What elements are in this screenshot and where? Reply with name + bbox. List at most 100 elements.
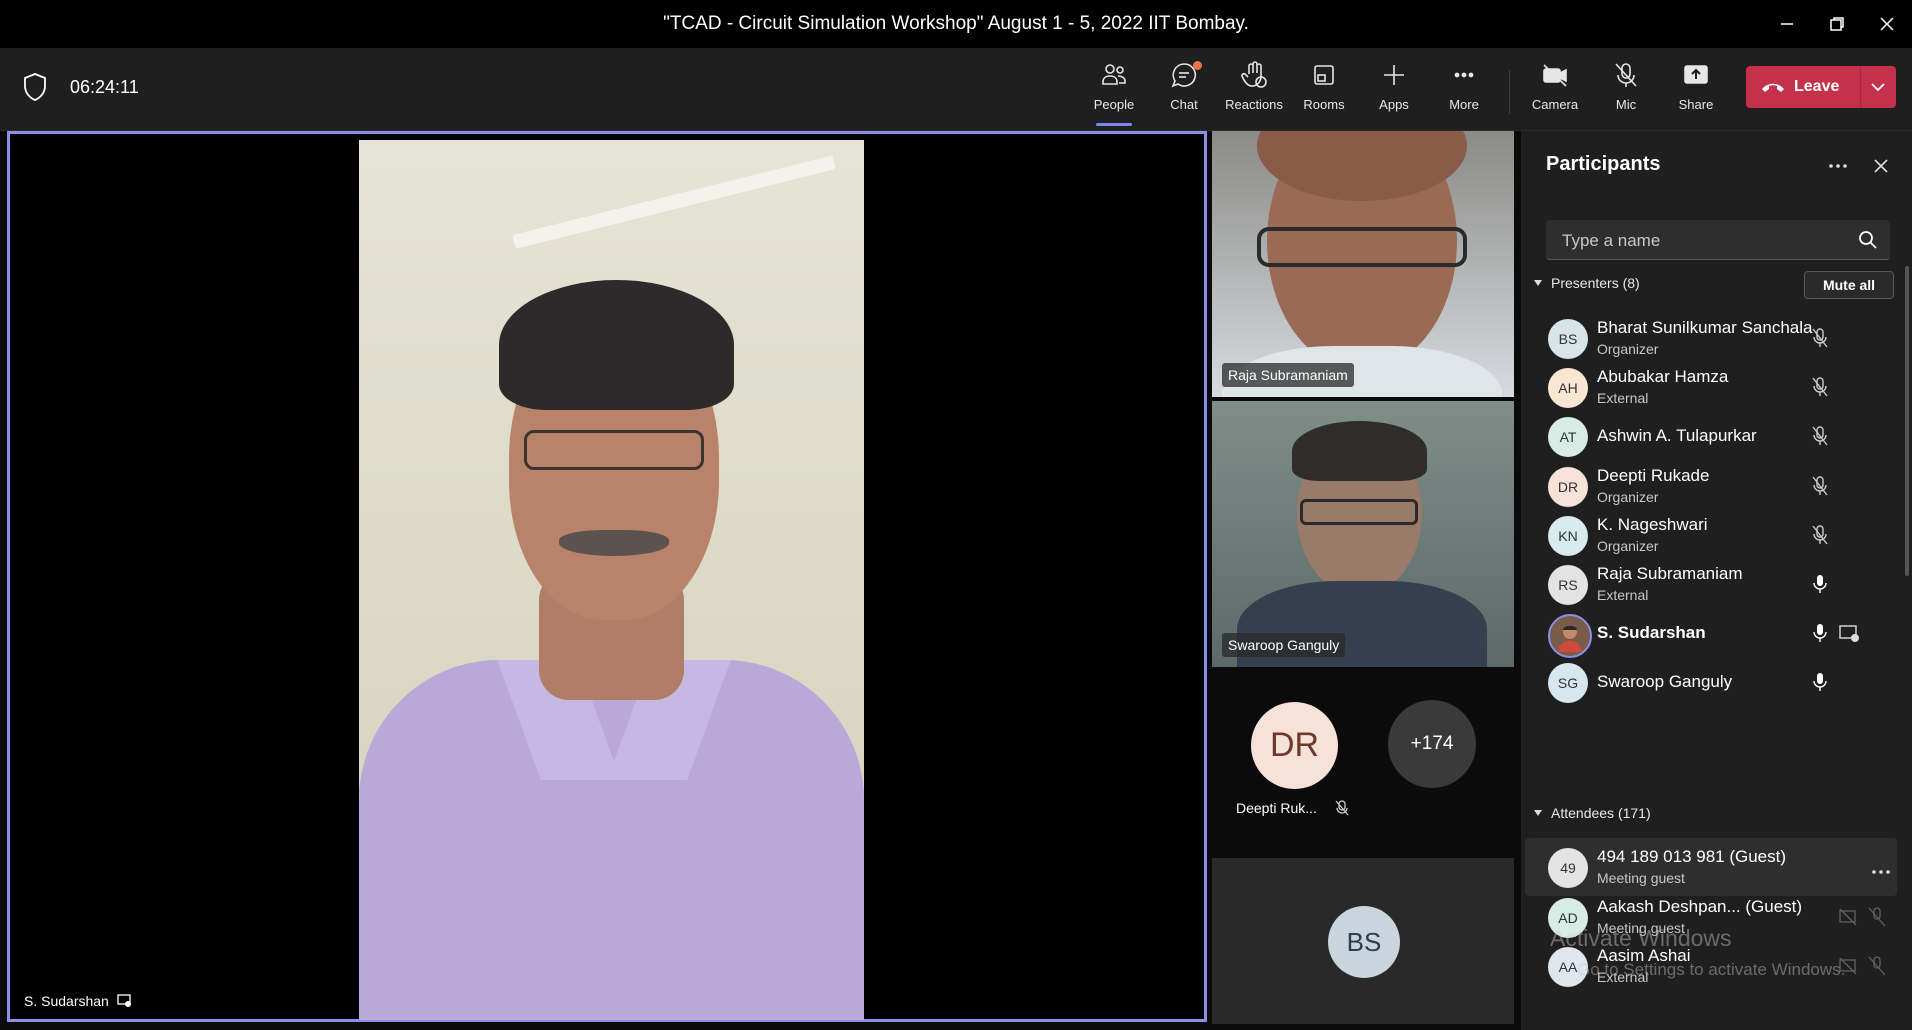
avatar: SG (1548, 663, 1588, 704)
presenter-icon (1839, 625, 1861, 648)
window-title: "TCAD - Circuit Simulation Workshop" Aug… (663, 13, 1249, 34)
more-dots-icon (1829, 164, 1847, 168)
caret-down-icon (1534, 280, 1542, 286)
leave-options-button[interactable] (1861, 66, 1896, 108)
chat-button[interactable]: Chat (1152, 60, 1216, 120)
video-tile-bs[interactable]: BS (1212, 858, 1514, 1024)
leave-button-group: Leave (1746, 66, 1896, 108)
participant-name: Ashwin A. Tulapurkar (1597, 426, 1757, 446)
avatar-bs: BS (1328, 906, 1400, 978)
shield-icon (22, 72, 48, 107)
chat-notification-dot (1193, 61, 1202, 70)
close-window-button[interactable] (1862, 0, 1912, 48)
avatar-tile-name: Deepti Ruk... (1236, 800, 1317, 816)
main-speaker-video (359, 140, 864, 1020)
close-icon (1880, 17, 1894, 31)
attendees-section-header[interactable]: Attendees (171) (1533, 805, 1651, 821)
camera-button[interactable]: Camera (1523, 60, 1587, 120)
leave-button[interactable]: Leave (1746, 66, 1860, 108)
participant-name: K. Nageshwari (1597, 514, 1708, 534)
video-tile-raja[interactable]: Raja Subramaniam (1212, 131, 1514, 397)
share-label: Share (1678, 97, 1714, 112)
main-speaker-name: S. Sudarshan (24, 993, 109, 1009)
meeting-timer: 06:24:11 (70, 77, 139, 97)
people-button[interactable]: People (1082, 60, 1146, 126)
people-label: People (1093, 97, 1135, 112)
avatar-deepti[interactable]: DR (1251, 702, 1338, 789)
hang-up-icon (1762, 83, 1784, 92)
panel-close-button[interactable] (1866, 151, 1896, 181)
mic-off-icon (1615, 63, 1637, 87)
leave-label: Leave (1794, 78, 1840, 95)
participant-role: External (1597, 390, 1649, 407)
search-input[interactable] (1560, 228, 1854, 254)
chat-label: Chat (1170, 97, 1198, 112)
reactions-button[interactable]: Reactions (1222, 60, 1286, 120)
participant-role: Meeting guest (1597, 870, 1685, 886)
presenters-section-header[interactable]: Presenters (8) (1533, 275, 1640, 291)
attendees-label: Attendees (171) (1551, 805, 1651, 821)
avatar: AH (1548, 368, 1588, 409)
mic-label: Mic (1615, 97, 1637, 112)
more-dots-icon[interactable] (1871, 862, 1891, 880)
presenters-label: Presenters (8) (1551, 275, 1640, 291)
more-participants-bubble[interactable]: +174 (1388, 700, 1476, 788)
rooms-button[interactable]: Rooms (1292, 60, 1356, 120)
avatar (1548, 614, 1592, 659)
participant-role: Organizer (1597, 537, 1659, 554)
people-icon (1102, 64, 1126, 85)
avatar: RS (1548, 565, 1588, 605)
mute-all-button[interactable]: Mute all (1804, 271, 1894, 299)
restore-button[interactable] (1812, 0, 1862, 48)
participant-name: Deepti Rukade (1597, 465, 1710, 485)
minimize-button[interactable] (1762, 0, 1812, 48)
mic-on-icon (1811, 573, 1829, 600)
presenter-icon (117, 994, 131, 1007)
participant-name: Aakash Deshpan... (Guest) (1597, 896, 1803, 916)
mic-muted-icon (1811, 327, 1829, 354)
camera-label: Camera (1531, 97, 1579, 112)
more-label: More (1449, 97, 1479, 112)
mic-button[interactable]: Mic (1594, 60, 1658, 120)
mic-on-icon (1811, 622, 1829, 649)
rooms-icon (1314, 65, 1334, 85)
camera-off-icon (1543, 64, 1567, 87)
panel-scrollbar[interactable] (1905, 266, 1909, 576)
main-video-stage[interactable]: S. Sudarshan (7, 131, 1207, 1022)
avatar: AT (1548, 417, 1588, 458)
video-tile-swaroop[interactable]: Swaroop Ganguly (1212, 401, 1514, 667)
meeting-toolbar: 06:24:11 People Chat Reactions Rooms App… (0, 48, 1912, 131)
tile-name-label: Swaroop Ganguly (1222, 633, 1346, 657)
chevron-down-icon (1871, 83, 1885, 92)
plus-icon (1384, 65, 1404, 85)
participant-search (1546, 220, 1890, 260)
apps-button[interactable]: Apps (1362, 60, 1426, 120)
avatar-tile-label: Deepti Ruk... (1236, 800, 1349, 816)
participant-row[interactable]: SG Swaroop Ganguly (1521, 653, 1901, 711)
avatar: BS (1548, 319, 1588, 359)
participant-name: Abubakar Hamza (1597, 367, 1729, 387)
mic-muted-icon (1811, 524, 1829, 551)
participant-role: Organizer (1597, 488, 1659, 505)
avatar: KN (1548, 515, 1588, 556)
title-bar: "TCAD - Circuit Simulation Workshop" Aug… (0, 0, 1912, 48)
mic-muted-icon (1811, 425, 1829, 452)
disabled-av-icon (1839, 955, 1889, 982)
panel-more-button[interactable] (1823, 151, 1853, 181)
reactions-label: Reactions (1225, 97, 1283, 112)
participant-name: 494 189 013 981 (Guest) (1597, 847, 1787, 866)
participants-panel: Participants Presenters (8) Mute all BS B… (1521, 131, 1912, 1030)
more-button[interactable]: More (1432, 60, 1496, 120)
search-icon (1859, 231, 1877, 249)
more-dots-icon (1454, 72, 1474, 78)
mic-on-icon (1811, 671, 1829, 698)
mic-muted-icon (1811, 475, 1829, 502)
avatar: 49 (1548, 848, 1588, 888)
mic-muted-icon (1335, 800, 1349, 816)
panel-title: Participants (1546, 153, 1661, 175)
reactions-hand-icon (1241, 61, 1267, 88)
share-button[interactable]: Share (1664, 60, 1728, 120)
participant-name: Bharat Sunilkumar Sanchala (1597, 318, 1813, 337)
participant-role: External (1597, 587, 1649, 603)
main-speaker-name-tag: S. Sudarshan (24, 993, 133, 1009)
